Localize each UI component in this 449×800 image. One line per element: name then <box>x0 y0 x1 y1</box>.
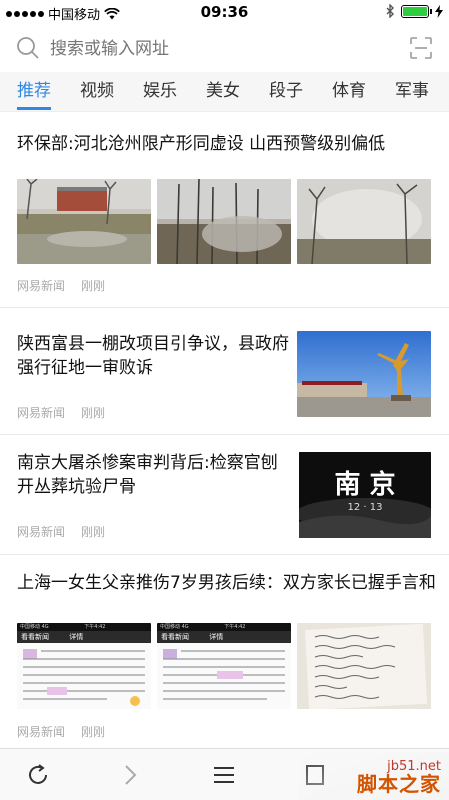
news-thumbnail[interactable]: 中国移动 4G 下午4:42 看看新闻 详情 <box>17 623 151 709</box>
news-thumbnail[interactable]: 南 京 12 · 13 <box>299 452 431 538</box>
news-title[interactable]: 陕西富县一棚改项目引争议，县政府强行征地一审败诉 <box>17 332 289 380</box>
refresh-icon[interactable] <box>24 761 52 789</box>
screenshot-title: 详情 <box>209 633 224 641</box>
news-source: 网易新闻 <box>17 279 66 293</box>
news-time: 刚刚 <box>81 279 106 293</box>
tab-beauty[interactable]: 美女 <box>206 72 240 112</box>
news-thumbnail[interactable]: 中国移动 4G 下午4:42 看看新闻 详情 <box>157 623 291 709</box>
watermark: jb51.net 脚本之家 <box>299 752 449 800</box>
news-thumbnail[interactable] <box>17 179 151 264</box>
news-time: 刚刚 <box>81 406 106 420</box>
news-source: 网易新闻 <box>17 525 66 539</box>
news-time: 刚刚 <box>81 725 106 739</box>
screenshot-title: 详情 <box>69 633 84 641</box>
tab-recommend[interactable]: 推荐 <box>17 72 51 112</box>
news-title[interactable]: 南京大屠杀惨案审判背后:检察官刨开丛葬坑验尸骨 <box>17 451 289 499</box>
battery-icon <box>401 4 432 18</box>
charging-icon <box>435 4 443 18</box>
scan-qr-icon[interactable] <box>409 36 433 60</box>
search-bar <box>0 28 449 70</box>
screenshot-status: 中国移动 4G <box>160 624 189 630</box>
bluetooth-icon <box>386 4 394 18</box>
thumbnail-date: 12 · 13 <box>347 502 383 513</box>
menu-icon[interactable] <box>210 761 238 789</box>
screenshot-back: 看看新闻 <box>21 633 49 641</box>
news-item[interactable]: 上海一女生父亲推伤7岁男孩后续：双方家长已握手言和 中国移动 4G 下午4:42… <box>0 555 449 760</box>
watermark-name: 脚本之家 <box>357 772 441 796</box>
news-item[interactable]: 南京大屠杀惨案审判背后:检察官刨开丛葬坑验尸骨 南 京 12 · 13 网易新闻… <box>0 435 449 555</box>
news-source: 网易新闻 <box>17 406 66 420</box>
search-icon[interactable] <box>16 36 40 60</box>
news-thumbnail[interactable] <box>297 623 431 709</box>
tab-entertainment[interactable]: 娱乐 <box>143 72 177 112</box>
status-right <box>385 4 443 18</box>
screenshot-time: 下午4:42 <box>84 624 106 630</box>
screenshot-time: 下午4:42 <box>224 624 246 630</box>
news-meta: 网易新闻 刚刚 <box>17 523 105 540</box>
news-title[interactable]: 上海一女生父亲推伤7岁男孩后续：双方家长已握手言和 <box>17 571 437 595</box>
tab-video[interactable]: 视频 <box>80 72 114 112</box>
news-item[interactable]: 陕西富县一棚改项目引争议，县政府强行征地一审败诉 网易新闻 刚刚 <box>0 320 449 435</box>
news-meta: 网易新闻 刚刚 <box>17 277 105 294</box>
news-thumbnail[interactable] <box>157 179 291 264</box>
category-tabs: 推荐 视频 娱乐 美女 段子 体育 军事 <box>0 72 449 112</box>
status-bar: 中国移动 09:36 <box>0 0 449 24</box>
tab-jokes[interactable]: 段子 <box>269 72 303 112</box>
news-time: 刚刚 <box>81 525 106 539</box>
news-source: 网易新闻 <box>17 725 66 739</box>
news-meta: 网易新闻 刚刚 <box>17 404 105 421</box>
news-thumbnail[interactable] <box>297 331 431 417</box>
status-time: 09:36 <box>200 3 249 21</box>
news-title[interactable]: 环保部:河北沧州限产形同虚设 山西预警级别偏低 <box>17 132 437 156</box>
screenshot-back: 看看新闻 <box>161 633 189 641</box>
news-meta: 网易新闻 刚刚 <box>17 723 105 740</box>
bottom-toolbar: jb51.net 脚本之家 <box>0 748 449 800</box>
news-thumbnail[interactable] <box>297 179 431 264</box>
screenshot-status: 中国移动 4G <box>20 624 49 630</box>
search-input[interactable] <box>50 36 350 62</box>
tab-sports[interactable]: 体育 <box>332 72 366 112</box>
tab-military[interactable]: 军事 <box>395 72 429 112</box>
news-item[interactable]: 环保部:河北沧州限产形同虚设 山西预警级别偏低 网易新闻 刚刚 <box>0 112 449 308</box>
thumbnail-caption: 南 京 <box>334 470 396 500</box>
forward-icon[interactable] <box>116 761 144 789</box>
